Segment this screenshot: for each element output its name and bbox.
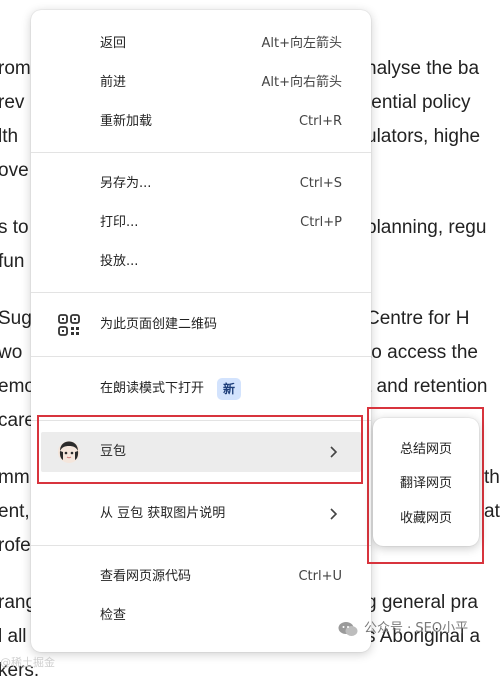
menu-item-label: 从 豆包 获取图片说明 xyxy=(100,506,226,521)
menu-item-label: 返回 xyxy=(100,36,127,51)
menu-separator xyxy=(31,356,371,357)
doubao-submenu: 总结网页 翻译网页 收藏网页 xyxy=(373,418,479,546)
menu-item-label: 前进 xyxy=(100,75,127,90)
submenu-item-summarize[interactable]: 总结网页 xyxy=(373,435,479,465)
menu-item-shortcut: Ctrl+U xyxy=(298,569,342,584)
menu-item-view-source[interactable]: 查看网页源代码 Ctrl+U xyxy=(31,559,371,595)
submenu-item-bookmark[interactable]: 收藏网页 xyxy=(373,504,479,534)
menu-item-label: 重新加载 xyxy=(100,114,153,129)
menu-item-label: 为此页面创建二维码 xyxy=(100,317,218,332)
menu-item-back[interactable]: 返回 Alt+向左箭头 xyxy=(31,26,371,62)
menu-item-forward[interactable]: 前进 Alt+向右箭头 xyxy=(31,65,371,101)
menu-item-print[interactable]: 打印... Ctrl+P xyxy=(31,205,371,241)
wechat-icon xyxy=(338,622,358,636)
menu-separator xyxy=(31,545,371,546)
menu-separator xyxy=(31,152,371,153)
context-menu: 返回 Alt+向左箭头 前进 Alt+向右箭头 重新加载 Ctrl+R 另存为.… xyxy=(31,10,371,652)
watermark-left: @稀土掘金 xyxy=(0,656,55,669)
menu-item-create-qr-code[interactable]: 为此页面创建二维码 xyxy=(31,307,371,343)
qr-code-icon xyxy=(58,314,80,336)
menu-item-shortcut: Ctrl+S xyxy=(299,176,342,191)
menu-item-image-description[interactable]: 从 豆包 获取图片说明 xyxy=(31,496,371,532)
menu-item-save-as[interactable]: 另存为... Ctrl+S xyxy=(31,166,371,202)
menu-item-inspect[interactable]: 检查 xyxy=(31,598,371,634)
highlight-box-doubao xyxy=(37,415,363,484)
menu-item-label: 另存为... xyxy=(100,176,152,191)
menu-item-reload[interactable]: 重新加载 Ctrl+R xyxy=(31,104,371,140)
menu-item-cast[interactable]: 投放... xyxy=(31,244,371,280)
menu-item-label: 在朗读模式下打开 xyxy=(100,381,205,396)
menu-item-shortcut: Alt+向左箭头 xyxy=(261,36,343,51)
article-line: kers. xyxy=(0,660,40,681)
menu-separator xyxy=(31,292,371,293)
menu-item-shortcut: Alt+向右箭头 xyxy=(261,75,343,90)
menu-item-label: 投放... xyxy=(100,254,139,269)
chevron-right-icon xyxy=(330,508,338,520)
new-badge: 新 xyxy=(217,378,242,400)
submenu-item-translate[interactable]: 翻译网页 xyxy=(373,469,479,499)
menu-item-shortcut: Ctrl+R xyxy=(298,114,342,129)
menu-item-reading-mode[interactable]: 在朗读模式下打开 新 xyxy=(31,371,371,407)
menu-item-label: 打印... xyxy=(100,215,139,230)
menu-item-label: 检查 xyxy=(100,608,127,623)
watermark-text: 公众号 · SEO小平 xyxy=(364,621,469,636)
menu-item-shortcut: Ctrl+P xyxy=(300,215,342,230)
menu-item-label: 查看网页源代码 xyxy=(100,569,192,584)
